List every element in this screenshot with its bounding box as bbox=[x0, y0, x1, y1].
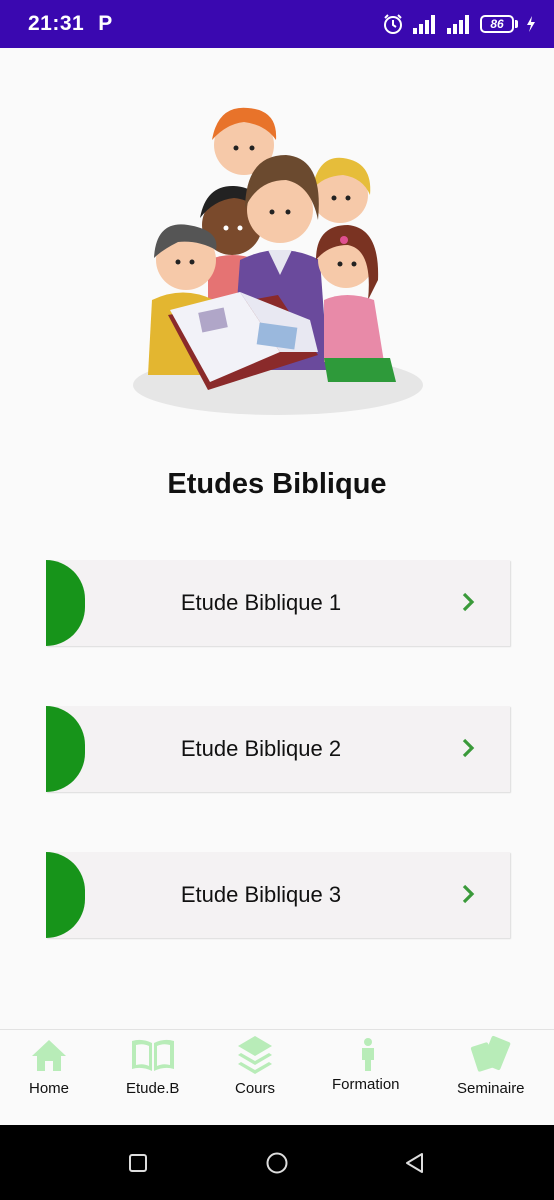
nav-seminaire[interactable]: Seminaire bbox=[452, 1030, 532, 1126]
chevron-right-icon bbox=[462, 884, 475, 904]
nav-home-label: Home bbox=[28, 1080, 69, 1097]
system-navigation-bar bbox=[0, 1125, 554, 1200]
recent-apps-icon[interactable] bbox=[128, 1153, 148, 1173]
bottom-navigation: Home Etude.B Cours Formation Seminaire bbox=[0, 1029, 554, 1126]
card-label: Etude Biblique 3 bbox=[180, 882, 342, 907]
etude-biblique-2-card[interactable]: Etude Biblique 2 bbox=[46, 706, 510, 792]
nav-etude-b[interactable]: Etude.B bbox=[118, 1030, 188, 1126]
etude-biblique-1-card[interactable]: Etude Biblique 1 bbox=[46, 560, 510, 646]
etude-biblique-3-card[interactable]: Etude Biblique 3 bbox=[46, 852, 510, 938]
book-icon bbox=[132, 1039, 174, 1071]
card-label: Etude Biblique 2 bbox=[180, 736, 342, 761]
alarm-icon bbox=[384, 14, 402, 34]
status-icons: 86 bbox=[382, 13, 536, 35]
nav-cours-label: Cours bbox=[235, 1080, 276, 1097]
cards-icon bbox=[470, 1035, 511, 1072]
nav-seminaire-label: Seminaire bbox=[457, 1080, 525, 1097]
back-triangle-icon[interactable] bbox=[403, 1151, 427, 1175]
nav-home[interactable]: Home bbox=[14, 1030, 84, 1126]
nav-cours[interactable]: Cours bbox=[220, 1030, 290, 1126]
chevron-right-icon bbox=[462, 592, 475, 612]
teacher-children-illustration bbox=[133, 107, 423, 415]
home-circle-icon[interactable] bbox=[265, 1151, 289, 1175]
status-time: 21:31 bbox=[28, 12, 85, 35]
nav-formation-label: Formation bbox=[332, 1076, 400, 1093]
signal-icon-2 bbox=[447, 15, 469, 34]
status-bar: 21:31 P 86 bbox=[0, 0, 554, 48]
signal-icon-1 bbox=[413, 15, 435, 34]
nav-etude-b-label: Etude.B bbox=[126, 1080, 180, 1097]
battery-level: 86 bbox=[480, 15, 514, 33]
battery-icon: 86 bbox=[480, 15, 518, 33]
chevron-right-icon bbox=[462, 738, 475, 758]
person-icon bbox=[362, 1038, 374, 1071]
page-title: Etudes Biblique bbox=[167, 468, 387, 500]
home-icon bbox=[32, 1040, 66, 1071]
notification-p-icon: P bbox=[98, 12, 113, 35]
charging-icon bbox=[527, 16, 535, 32]
card-label: Etude Biblique 1 bbox=[180, 590, 342, 615]
nav-formation[interactable]: Formation bbox=[330, 1030, 406, 1126]
layers-icon bbox=[238, 1036, 272, 1074]
